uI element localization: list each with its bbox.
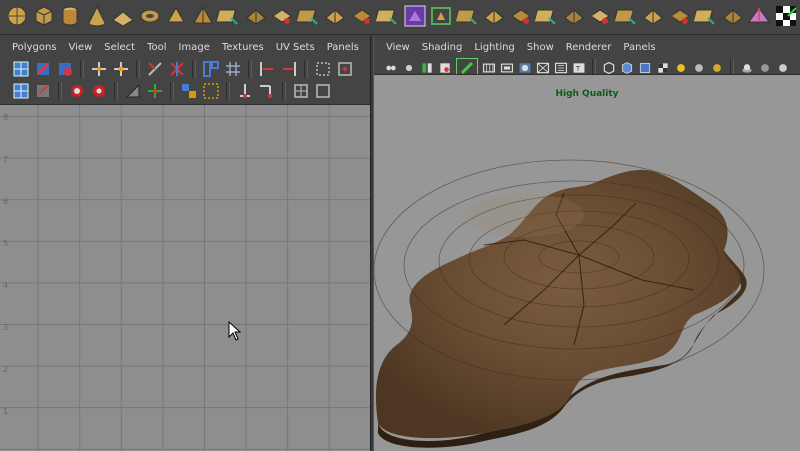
- isolate-select-icon[interactable]: [68, 82, 86, 100]
- pipe-icon[interactable]: [216, 3, 242, 29]
- move-down-icon[interactable]: [236, 82, 254, 100]
- menu-show[interactable]: Show: [521, 38, 560, 58]
- helix-icon[interactable]: [243, 3, 269, 29]
- mouse-cursor-icon: [228, 321, 242, 341]
- menu-select[interactable]: Select: [98, 38, 141, 58]
- menu-renderer[interactable]: Renderer: [560, 38, 618, 58]
- layout-uv-icon[interactable]: [202, 60, 220, 78]
- snap-icon[interactable]: [336, 60, 354, 78]
- mirror-icon[interactable]: [746, 3, 772, 29]
- split-polygon-icon[interactable]: [667, 3, 693, 29]
- polygon-shelf: [0, 0, 800, 35]
- create-polygon-icon[interactable]: [614, 3, 640, 29]
- uv-toolbar-row-2: [10, 82, 334, 100]
- menu-view[interactable]: View: [63, 38, 99, 58]
- uv-lattice-icon[interactable]: [292, 82, 310, 100]
- cleanup-icon[interactable]: [481, 3, 507, 29]
- uv-smudge-icon[interactable]: [314, 82, 332, 100]
- menu-shading[interactable]: Shading: [416, 38, 469, 58]
- scale-uv-icon[interactable]: [112, 60, 130, 78]
- pin-uv-icon[interactable]: [146, 82, 164, 100]
- cone-icon[interactable]: [84, 3, 110, 29]
- cube-icon[interactable]: [31, 3, 57, 29]
- cut-uv-icon[interactable]: [146, 60, 164, 78]
- normalize-uv-icon[interactable]: [12, 82, 30, 100]
- menu-image[interactable]: Image: [173, 38, 216, 58]
- platonic-solid-icon[interactable]: [296, 3, 322, 29]
- menu-textures[interactable]: Textures: [216, 38, 270, 58]
- menu-panels[interactable]: Panels: [321, 38, 365, 58]
- make-hole-icon[interactable]: [587, 3, 613, 29]
- align-right-icon[interactable]: [280, 60, 298, 78]
- cylinder-icon[interactable]: [57, 3, 83, 29]
- menu-polygons[interactable]: Polygons: [6, 38, 63, 58]
- menu-lighting[interactable]: Lighting: [468, 38, 520, 58]
- uv-tick: 8: [3, 113, 9, 122]
- checker-icon[interactable]: [773, 3, 799, 29]
- uv-tick: 4: [3, 281, 9, 290]
- wood-slice-model[interactable]: [374, 75, 800, 451]
- straighten-uv-icon[interactable]: [202, 82, 220, 100]
- separate-icon[interactable]: [349, 3, 375, 29]
- svg-text:T: T: [575, 65, 581, 73]
- extract-icon[interactable]: [375, 3, 401, 29]
- move-corner-icon[interactable]: [258, 82, 276, 100]
- perspective-viewport-panel: View Shading Lighting Show Renderer Pane…: [374, 36, 800, 451]
- uv-tick: 7: [3, 155, 9, 164]
- menu-uv-sets[interactable]: UV Sets: [270, 38, 321, 58]
- sphere-icon[interactable]: [4, 3, 30, 29]
- combine-icon[interactable]: [322, 3, 348, 29]
- uv-toolbar-row-1: [10, 60, 356, 78]
- map-uv-border-icon[interactable]: [180, 82, 198, 100]
- uv-tick: 5: [3, 239, 9, 248]
- unitize-uv-icon[interactable]: [34, 82, 52, 100]
- sew-uv-icon[interactable]: [168, 60, 186, 78]
- flip-uv-icon[interactable]: [34, 60, 52, 78]
- align-left-icon[interactable]: [258, 60, 276, 78]
- soccer-ball-icon[interactable]: [269, 3, 295, 29]
- uv-select-icon[interactable]: [12, 60, 30, 78]
- perspective-viewport[interactable]: High Quality: [374, 74, 800, 451]
- reduce-icon[interactable]: [455, 3, 481, 29]
- quadrangulate-icon[interactable]: [534, 3, 560, 29]
- isolate-add-icon[interactable]: [90, 82, 108, 100]
- uv-tick: 6: [3, 197, 9, 206]
- rotate-uv-icon[interactable]: [56, 60, 74, 78]
- grid-toggle-icon[interactable]: [314, 60, 332, 78]
- fill-hole-icon[interactable]: [561, 3, 587, 29]
- menu-view[interactable]: View: [380, 38, 416, 58]
- prism-icon[interactable]: [163, 3, 189, 29]
- extrude-icon[interactable]: [693, 3, 719, 29]
- wood-highlight: [464, 193, 584, 237]
- viewport-menubar: View Shading Lighting Show Renderer Pane…: [374, 38, 800, 58]
- pyramid-icon[interactable]: [190, 3, 216, 29]
- smooth-icon[interactable]: [402, 3, 428, 29]
- torus-icon[interactable]: [137, 3, 163, 29]
- move-uv-icon[interactable]: [90, 60, 108, 78]
- menu-panels[interactable]: Panels: [617, 38, 661, 58]
- uv-texture-editor-panel: Polygons View Select Tool Image Textures…: [0, 36, 370, 451]
- shade-uv-icon[interactable]: [124, 82, 142, 100]
- uv-tick: 1: [3, 407, 9, 416]
- plane-icon[interactable]: [110, 3, 136, 29]
- uv-editor-menubar: Polygons View Select Tool Image Textures…: [0, 38, 370, 58]
- grid-uv-icon[interactable]: [224, 60, 242, 78]
- booleans-icon[interactable]: [428, 3, 454, 29]
- uv-tick: 2: [3, 365, 9, 374]
- triangulate-icon[interactable]: [508, 3, 534, 29]
- uv-tick: 3: [3, 323, 9, 332]
- append-polygon-icon[interactable]: [640, 3, 666, 29]
- menu-tool[interactable]: Tool: [141, 38, 172, 58]
- uv-grid-area[interactable]: 8 7 6 5 4 3 2 1: [0, 104, 370, 451]
- bridge-icon[interactable]: [720, 3, 746, 29]
